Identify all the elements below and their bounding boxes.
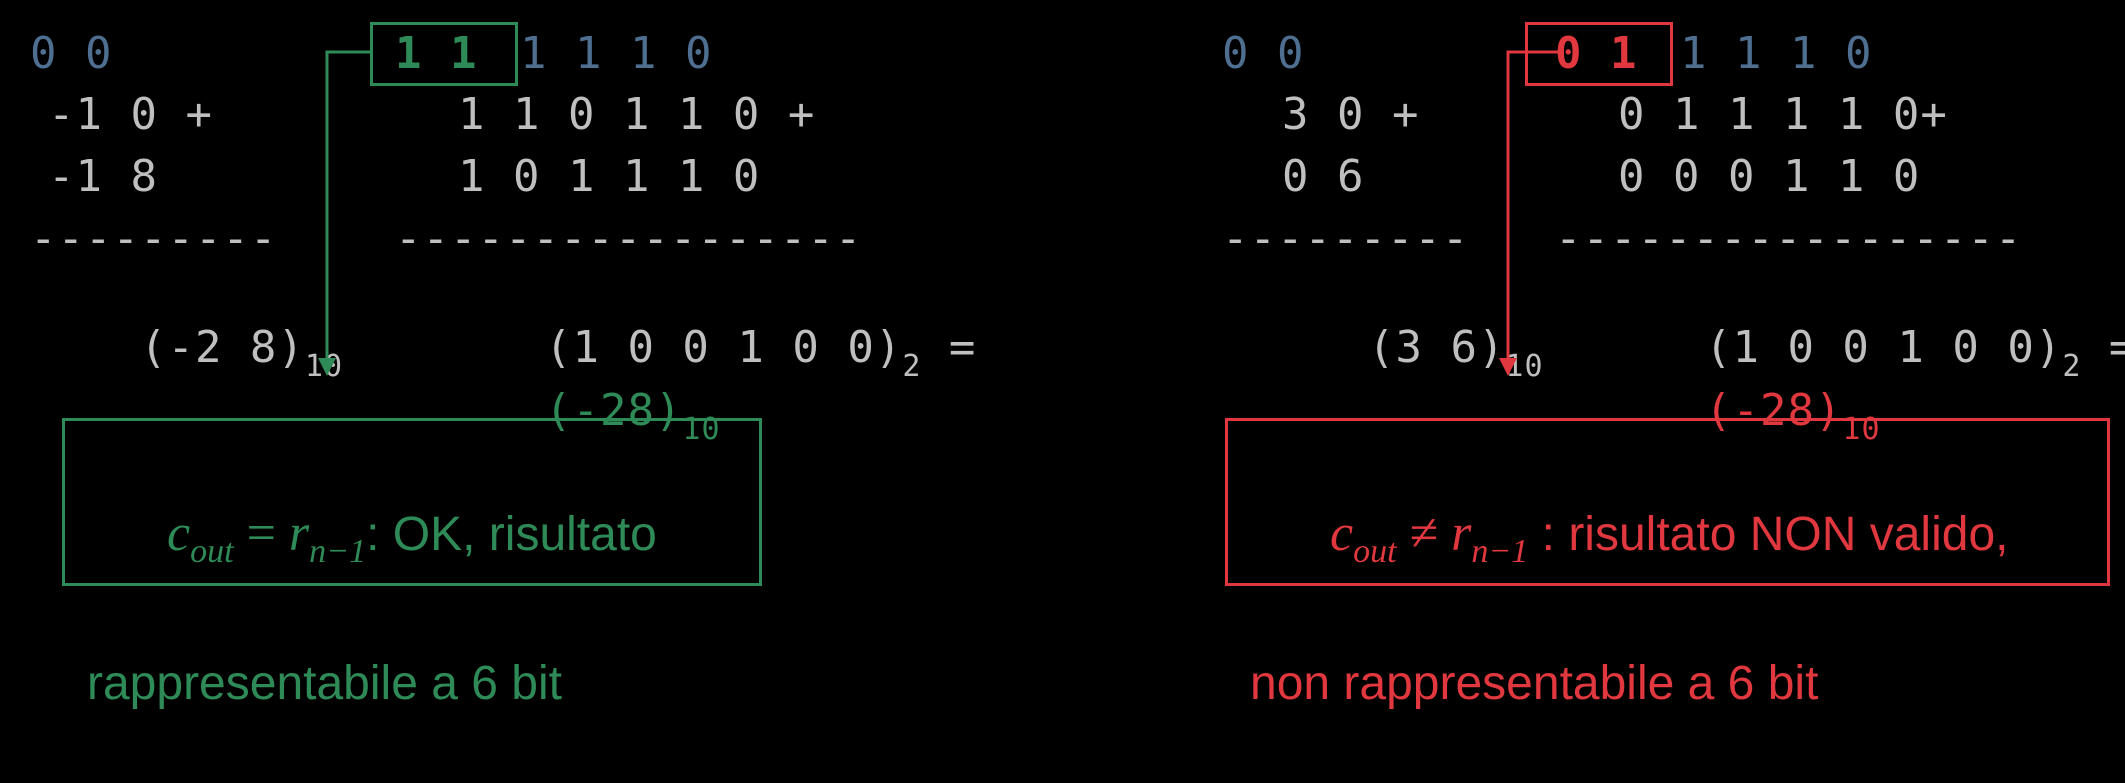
- left-note-line2: rappresentabile a 6 bit: [87, 657, 562, 710]
- right-note-formula: cout ≠ rn−1: [1330, 505, 1528, 570]
- right-note-r: r: [1451, 505, 1472, 562]
- right-note-text: cout ≠ rn−1 : risultato NON valido, non …: [1250, 435, 2008, 783]
- right-note-relation: ≠: [1409, 505, 1439, 562]
- right-note-line1: : risultato NON valido,: [1528, 508, 2009, 561]
- right-note-c-sub: out: [1353, 533, 1397, 570]
- right-note-box: cout ≠ rn−1 : risultato NON valido, non …: [1225, 418, 2110, 710]
- right-note-c: c: [1330, 505, 1354, 562]
- right-note-r-sub: n−1: [1471, 533, 1529, 570]
- right-note-line2: non rappresentabile a 6 bit: [1250, 657, 1819, 710]
